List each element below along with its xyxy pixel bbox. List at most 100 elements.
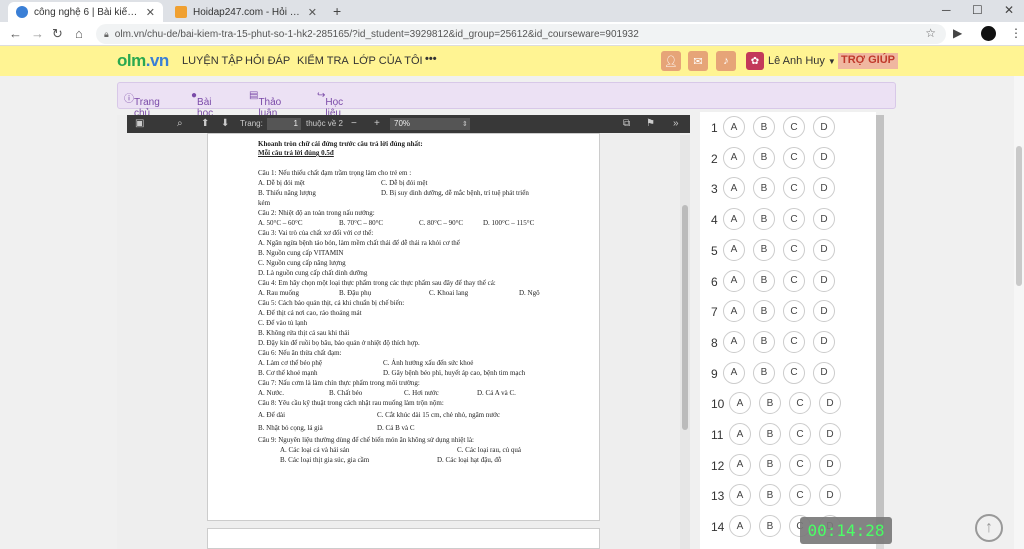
answer-option-d[interactable]: D — [819, 453, 841, 476]
close-window-icon[interactable]: ✕ — [1004, 3, 1014, 17]
more-tools-icon[interactable]: » — [673, 118, 679, 129]
site-logo[interactable]: olm.vn — [117, 51, 169, 71]
present-icon[interactable]: ⧉ — [623, 118, 630, 129]
reload-icon[interactable]: ↻ — [52, 26, 63, 42]
answer-option-b[interactable]: B — [753, 238, 775, 261]
sidebar-toggle-icon[interactable]: ▣ — [135, 118, 144, 129]
search-icon[interactable]: ⌕ — [177, 118, 183, 129]
answer-option-b[interactable]: B — [759, 515, 781, 538]
answer-option-d[interactable]: D — [819, 392, 841, 415]
answer-option-b[interactable]: B — [759, 484, 781, 507]
answer-option-c[interactable]: C — [783, 208, 805, 231]
answer-option-c[interactable]: C — [789, 453, 811, 476]
answer-option-a[interactable]: A — [729, 515, 751, 538]
answer-sheet-scrollbar[interactable] — [876, 115, 884, 549]
browser-tab[interactable]: Hoidap247.com - Hỏi đáp bài tập ✕ — [167, 2, 325, 22]
answer-scroll-thumb[interactable] — [876, 115, 884, 525]
answer-option-d[interactable]: D — [819, 423, 841, 445]
answer-option-b[interactable]: B — [753, 208, 775, 231]
answer-option-d[interactable]: D — [813, 300, 835, 323]
subnav-resources[interactable]: ↪ Học liệu khác — [317, 90, 347, 130]
minimize-icon[interactable]: ─ — [942, 3, 951, 17]
answer-option-c[interactable]: C — [789, 392, 811, 415]
bookmark-star-icon[interactable]: ☆ — [925, 26, 936, 40]
new-tab-icon[interactable]: + — [333, 3, 341, 19]
page-scroll-thumb[interactable] — [1016, 146, 1022, 286]
bookmark-icon[interactable]: ⚑ — [646, 118, 655, 129]
answer-option-c[interactable]: C — [783, 300, 805, 323]
answer-option-d[interactable]: D — [813, 330, 835, 353]
answer-option-c[interactable]: C — [783, 361, 805, 384]
next-page-icon[interactable]: ⬇ — [221, 118, 229, 129]
answer-option-a[interactable]: A — [723, 146, 745, 169]
menu-practice[interactable]: LUYỆN TẬP — [182, 55, 243, 67]
answer-option-a[interactable]: A — [729, 392, 751, 415]
close-tab-icon[interactable]: ✕ — [308, 6, 317, 19]
answer-option-a[interactable]: A — [723, 330, 745, 353]
answer-option-a[interactable]: A — [723, 269, 745, 292]
back-icon[interactable]: ← — [9, 26, 22, 41]
answer-option-b[interactable]: B — [753, 300, 775, 323]
forward-icon[interactable]: → — [31, 26, 44, 41]
answer-option-d[interactable]: D — [813, 177, 835, 200]
answer-option-a[interactable]: A — [723, 361, 745, 384]
maximize-icon[interactable]: ☐ — [972, 3, 983, 17]
answer-option-b[interactable]: B — [753, 361, 775, 384]
zoom-out-icon[interactable]: − — [351, 118, 357, 129]
menu-my-class[interactable]: LỚP CỦA TÔI — [353, 55, 423, 67]
browser-tab-active[interactable]: công nghệ 6 | Bài kiểm tra 15 phút ✕ — [8, 2, 163, 22]
answer-option-d[interactable]: D — [813, 269, 835, 292]
subnav-lessons[interactable]: ● Bài học — [191, 90, 213, 119]
close-tab-icon[interactable]: ✕ — [146, 6, 155, 19]
friends-icon[interactable]: 👤︎ — [661, 51, 681, 71]
answer-option-a[interactable]: A — [729, 423, 751, 445]
answer-option-c[interactable]: C — [783, 330, 805, 353]
answer-option-a[interactable]: A — [723, 116, 745, 138]
menu-tests[interactable]: KIỂM TRA — [297, 55, 349, 67]
answer-option-d[interactable]: D — [813, 361, 835, 384]
help-button[interactable]: TRỢ GIÚP — [838, 53, 898, 69]
answer-option-c[interactable]: C — [783, 146, 805, 169]
answer-option-a[interactable]: A — [723, 177, 745, 200]
answer-option-c[interactable]: C — [789, 423, 811, 445]
answer-option-b[interactable]: B — [753, 116, 775, 138]
answer-option-d[interactable]: D — [813, 146, 835, 169]
answer-option-b[interactable]: B — [753, 269, 775, 292]
user-menu[interactable]: ✿ Lê Anh Huy ▼ — [746, 52, 836, 70]
pdf-scroll-thumb[interactable] — [682, 205, 688, 430]
answer-option-a[interactable]: A — [723, 238, 745, 261]
answer-option-c[interactable]: C — [783, 269, 805, 292]
answer-option-a[interactable]: A — [723, 300, 745, 323]
answer-option-c[interactable]: C — [783, 177, 805, 200]
answer-option-b[interactable]: B — [759, 423, 781, 445]
scroll-to-top-icon[interactable]: ↑ — [975, 514, 1003, 542]
answer-option-d[interactable]: D — [813, 116, 835, 138]
answer-option-c[interactable]: C — [789, 484, 811, 507]
menu-more[interactable]: ••• — [425, 53, 437, 65]
page-scrollbar[interactable] — [1014, 76, 1024, 549]
home-icon[interactable]: ⌂ — [75, 26, 83, 41]
answer-option-d[interactable]: D — [819, 484, 841, 507]
answer-option-c[interactable]: C — [783, 116, 805, 138]
answer-option-c[interactable]: C — [783, 238, 805, 261]
menu-qa[interactable]: HỎI ĐÁP — [245, 55, 290, 67]
answer-option-a[interactable]: A — [729, 484, 751, 507]
zoom-select[interactable]: 70% — [390, 118, 470, 130]
zoom-in-icon[interactable]: + — [374, 118, 380, 129]
subnav-home[interactable]: ⓘ Trang chủ — [124, 90, 160, 119]
answer-option-d[interactable]: D — [813, 238, 835, 261]
more-menu-icon[interactable]: ⋮ — [1010, 26, 1022, 40]
page-number-input[interactable]: 1 — [267, 118, 301, 130]
answer-option-d[interactable]: D — [813, 208, 835, 231]
pdf-scrollbar[interactable] — [680, 135, 690, 549]
url-input[interactable]: 🔒︎ olm.vn/chu-de/bai-kiem-tra-15-phut-so… — [96, 24, 946, 44]
subnav-discussion[interactable]: ▤ Thảo luận — [249, 90, 281, 119]
messages-icon[interactable]: ✉ — [688, 51, 708, 71]
prev-page-icon[interactable]: ⬆ — [201, 118, 209, 129]
answer-option-a[interactable]: A — [729, 453, 751, 476]
extension-icon[interactable]: ▶ — [953, 26, 962, 40]
answer-option-b[interactable]: B — [753, 146, 775, 169]
answer-option-a[interactable]: A — [723, 208, 745, 231]
answer-option-b[interactable]: B — [759, 453, 781, 476]
answer-option-b[interactable]: B — [759, 392, 781, 415]
